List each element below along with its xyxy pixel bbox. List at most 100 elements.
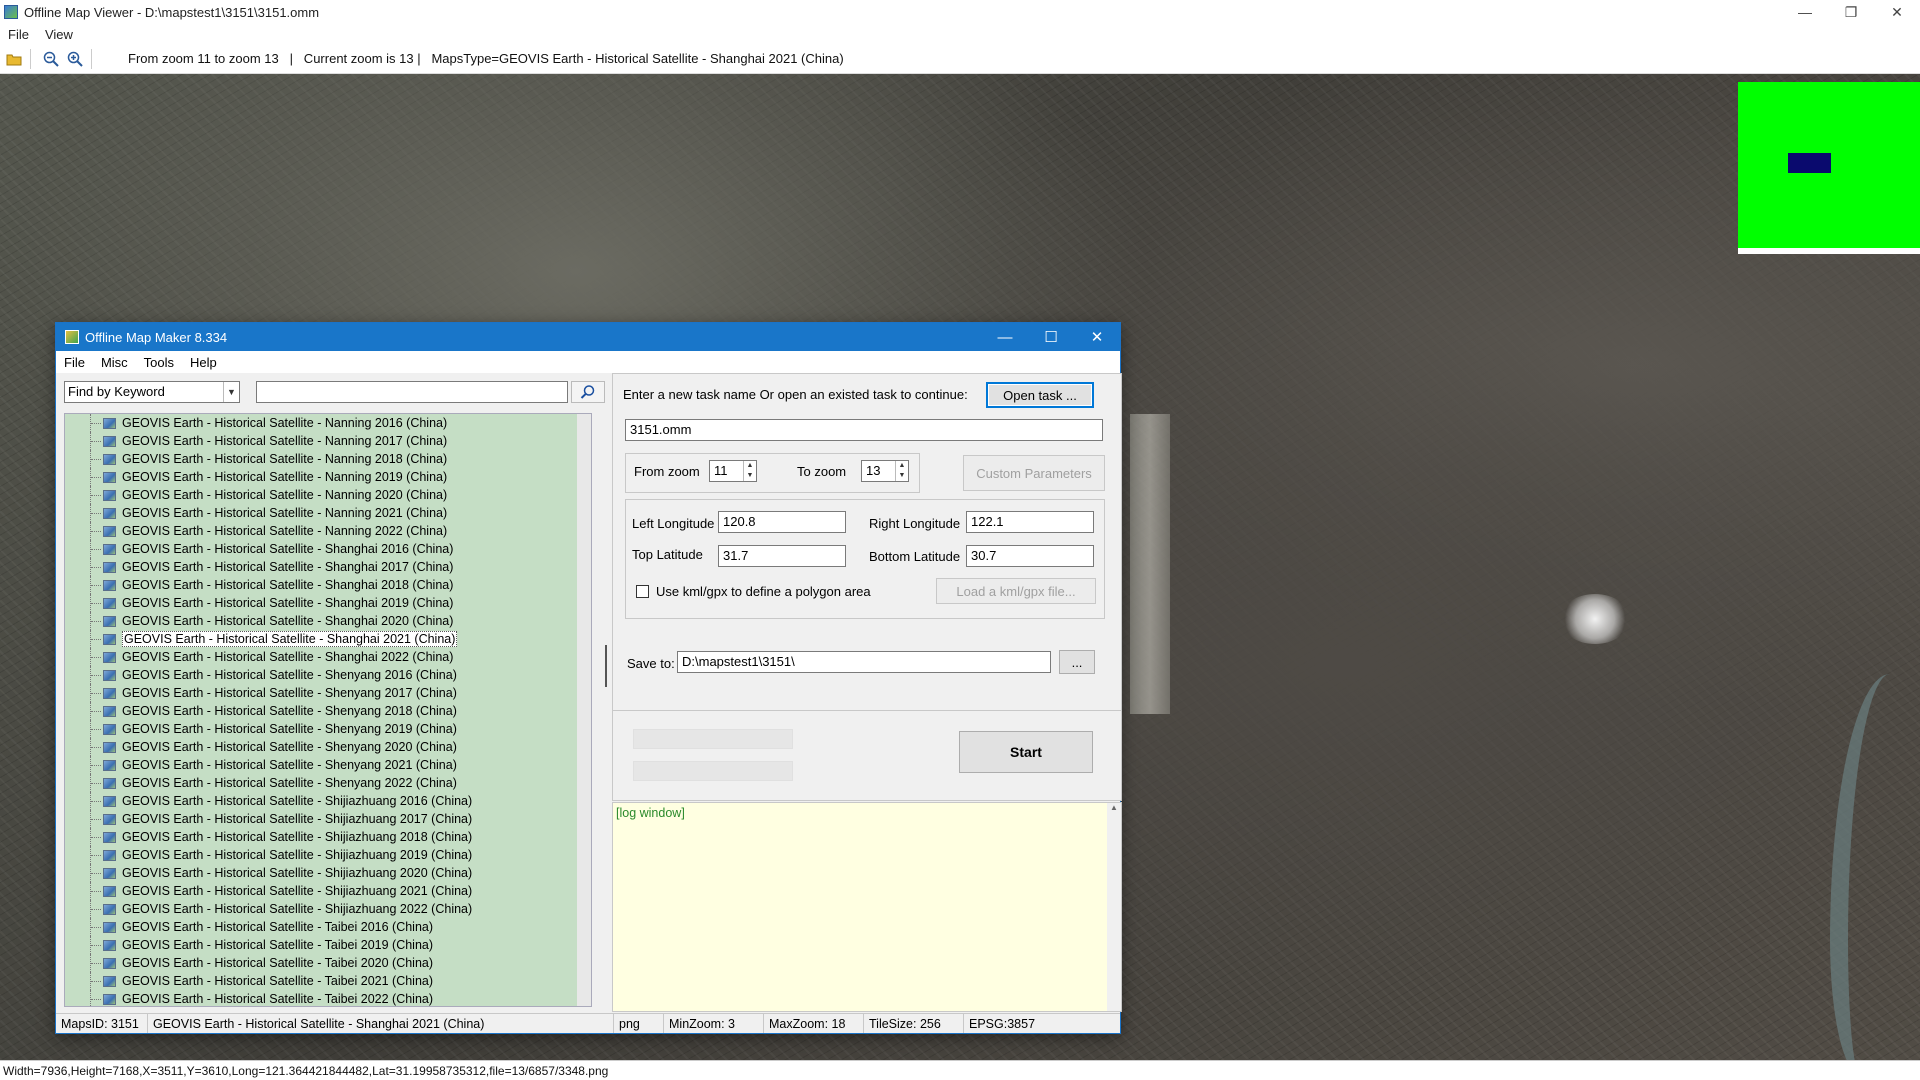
tree-item[interactable]: GEOVIS Earth - Historical Satellite - Sh… bbox=[65, 882, 591, 900]
minimize-icon[interactable]: — bbox=[1782, 0, 1828, 24]
close-icon[interactable]: ✕ bbox=[1874, 0, 1920, 24]
pane-splitter[interactable] bbox=[603, 373, 611, 1013]
tree-item[interactable]: GEOVIS Earth - Historical Satellite - Ta… bbox=[65, 972, 591, 990]
log-window[interactable]: [log window] ▲ bbox=[612, 802, 1122, 1012]
dialog-menu-help[interactable]: Help bbox=[182, 355, 225, 370]
tree-item[interactable]: GEOVIS Earth - Historical Satellite - Sh… bbox=[65, 630, 591, 648]
tree-item[interactable]: GEOVIS Earth - Historical Satellite - Sh… bbox=[65, 900, 591, 918]
tree-item[interactable]: GEOVIS Earth - Historical Satellite - Sh… bbox=[65, 648, 591, 666]
tree-item[interactable]: GEOVIS Earth - Historical Satellite - Sh… bbox=[65, 828, 591, 846]
river bbox=[1830, 674, 1920, 1060]
dialog-app-icon bbox=[65, 330, 79, 344]
to-zoom-stepper[interactable]: 13 ▲ ▼ bbox=[861, 460, 909, 482]
tree-item[interactable]: GEOVIS Earth - Historical Satellite - Na… bbox=[65, 414, 591, 432]
tree-item[interactable]: GEOVIS Earth - Historical Satellite - Sh… bbox=[65, 702, 591, 720]
log-scrollbar[interactable]: ▲ bbox=[1107, 803, 1121, 1011]
zoom-out-icon[interactable] bbox=[41, 49, 61, 69]
map-layer-icon bbox=[103, 759, 116, 771]
tree-item-label: GEOVIS Earth - Historical Satellite - Na… bbox=[122, 434, 448, 448]
open-task-button[interactable]: Open task ... bbox=[986, 382, 1094, 408]
save-to-label: Save to: bbox=[627, 656, 675, 671]
right-longitude-input[interactable]: 122.1 bbox=[966, 511, 1094, 533]
tree-item[interactable]: GEOVIS Earth - Historical Satellite - Sh… bbox=[65, 846, 591, 864]
map-layer-icon bbox=[103, 831, 116, 843]
tree-item[interactable]: GEOVIS Earth - Historical Satellite - Na… bbox=[65, 486, 591, 504]
left-longitude-label: Left Longitude bbox=[632, 516, 715, 531]
progress-bar-current bbox=[633, 761, 793, 781]
restore-icon[interactable]: ❐ bbox=[1828, 0, 1874, 24]
tree-item[interactable]: GEOVIS Earth - Historical Satellite - Sh… bbox=[65, 684, 591, 702]
tree-item[interactable]: GEOVIS Earth - Historical Satellite - Na… bbox=[65, 432, 591, 450]
map-source-tree[interactable]: GEOVIS Earth - Historical Satellite - Na… bbox=[64, 413, 592, 1007]
map-layer-icon bbox=[103, 993, 116, 1005]
map-layer-icon bbox=[103, 957, 116, 969]
tree-item[interactable]: GEOVIS Earth - Historical Satellite - Na… bbox=[65, 468, 591, 486]
start-button[interactable]: Start bbox=[959, 731, 1093, 773]
dialog-maximize-icon[interactable]: ☐ bbox=[1028, 323, 1074, 351]
from-zoom-label: From zoom bbox=[634, 464, 700, 479]
stepper-arrows-icon[interactable]: ▲ ▼ bbox=[895, 461, 908, 481]
task-name-input[interactable]: 3151.omm bbox=[625, 419, 1103, 441]
tree-item[interactable]: GEOVIS Earth - Historical Satellite - Na… bbox=[65, 450, 591, 468]
tree-scrollbar[interactable] bbox=[577, 414, 591, 1006]
tree-item[interactable]: GEOVIS Earth - Historical Satellite - Sh… bbox=[65, 540, 591, 558]
splitter-grip[interactable] bbox=[605, 645, 607, 687]
search-mode-select[interactable]: Find by Keyword ▼ bbox=[64, 381, 240, 403]
app-icon bbox=[4, 5, 18, 19]
status-bar: Width=7936,Height=7168,X=3511,Y=3610,Lon… bbox=[0, 1060, 1920, 1080]
tree-item-label: GEOVIS Earth - Historical Satellite - Ta… bbox=[122, 956, 434, 970]
menu-view[interactable]: View bbox=[37, 27, 81, 42]
tree-item[interactable]: GEOVIS Earth - Historical Satellite - Sh… bbox=[65, 558, 591, 576]
tree-item[interactable]: GEOVIS Earth - Historical Satellite - Sh… bbox=[65, 774, 591, 792]
dialog-menu-misc[interactable]: Misc bbox=[93, 355, 136, 370]
top-latitude-input[interactable]: 31.7 bbox=[718, 545, 846, 567]
left-longitude-input[interactable]: 120.8 bbox=[718, 511, 846, 533]
chevron-down-icon[interactable]: ▼ bbox=[223, 382, 239, 402]
tree-item[interactable]: GEOVIS Earth - Historical Satellite - Sh… bbox=[65, 720, 591, 738]
custom-parameters-button[interactable]: Custom Parameters bbox=[963, 455, 1105, 491]
tree-item[interactable]: GEOVIS Earth - Historical Satellite - Na… bbox=[65, 522, 591, 540]
tree-item[interactable]: GEOVIS Earth - Historical Satellite - Ta… bbox=[65, 990, 591, 1006]
status-maps-name: GEOVIS Earth - Historical Satellite - Sh… bbox=[148, 1014, 614, 1033]
tree-item-label: GEOVIS Earth - Historical Satellite - Na… bbox=[122, 470, 448, 484]
tree-item[interactable]: GEOVIS Earth - Historical Satellite - Na… bbox=[65, 504, 591, 522]
task-settings-panel: Enter a new task name Or open an existed… bbox=[612, 373, 1122, 711]
minimap-viewport[interactable] bbox=[1788, 153, 1831, 173]
tree-item[interactable]: GEOVIS Earth - Historical Satellite - Sh… bbox=[65, 576, 591, 594]
tree-item[interactable]: GEOVIS Earth - Historical Satellite - Sh… bbox=[65, 738, 591, 756]
kml-polygon-checkbox[interactable] bbox=[636, 585, 649, 598]
dialog-minimize-icon[interactable]: — bbox=[982, 323, 1028, 351]
tree-item[interactable]: GEOVIS Earth - Historical Satellite - Ta… bbox=[65, 918, 591, 936]
stepper-arrows-icon[interactable]: ▲ ▼ bbox=[743, 461, 756, 481]
dialog-menu-file[interactable]: File bbox=[56, 355, 93, 370]
save-path-input[interactable]: D:\mapstest1\3151\ bbox=[677, 651, 1051, 673]
dialog-menu-tools[interactable]: Tools bbox=[136, 355, 182, 370]
tree-item[interactable]: GEOVIS Earth - Historical Satellite - Ta… bbox=[65, 936, 591, 954]
tree-item[interactable]: GEOVIS Earth - Historical Satellite - Sh… bbox=[65, 810, 591, 828]
tree-item[interactable]: GEOVIS Earth - Historical Satellite - Sh… bbox=[65, 666, 591, 684]
tree-item[interactable]: GEOVIS Earth - Historical Satellite - Sh… bbox=[65, 594, 591, 612]
search-button[interactable] bbox=[571, 381, 605, 403]
tree-item[interactable]: GEOVIS Earth - Historical Satellite - Sh… bbox=[65, 864, 591, 882]
dialog-menubar: File Misc Tools Help bbox=[56, 351, 1120, 373]
bounds-group: Left Longitude 120.8 Right Longitude 122… bbox=[625, 499, 1105, 619]
from-zoom-stepper[interactable]: 11 ▲ ▼ bbox=[709, 460, 757, 482]
map-layer-icon bbox=[103, 543, 116, 555]
tree-item[interactable]: GEOVIS Earth - Historical Satellite - Sh… bbox=[65, 612, 591, 630]
map-layer-icon bbox=[103, 723, 116, 735]
bottom-latitude-input[interactable]: 30.7 bbox=[966, 545, 1094, 567]
minimap[interactable] bbox=[1738, 82, 1920, 254]
status-text: Width=7936,Height=7168,X=3511,Y=3610,Lon… bbox=[3, 1063, 609, 1078]
tree-item-label: GEOVIS Earth - Historical Satellite - Na… bbox=[122, 416, 448, 430]
dialog-close-icon[interactable]: ✕ bbox=[1074, 323, 1120, 351]
tree-item[interactable]: GEOVIS Earth - Historical Satellite - Sh… bbox=[65, 792, 591, 810]
tree-item[interactable]: GEOVIS Earth - Historical Satellite - Sh… bbox=[65, 756, 591, 774]
zoom-in-icon[interactable] bbox=[65, 49, 85, 69]
tree-item[interactable]: GEOVIS Earth - Historical Satellite - Ta… bbox=[65, 954, 591, 972]
open-folder-icon[interactable] bbox=[4, 49, 24, 69]
load-kml-button[interactable]: Load a kml/gpx file... bbox=[936, 578, 1096, 604]
scroll-up-icon[interactable]: ▲ bbox=[1110, 803, 1118, 812]
menu-file[interactable]: File bbox=[0, 27, 37, 42]
search-input[interactable] bbox=[256, 381, 568, 403]
browse-button[interactable]: ... bbox=[1059, 650, 1095, 674]
